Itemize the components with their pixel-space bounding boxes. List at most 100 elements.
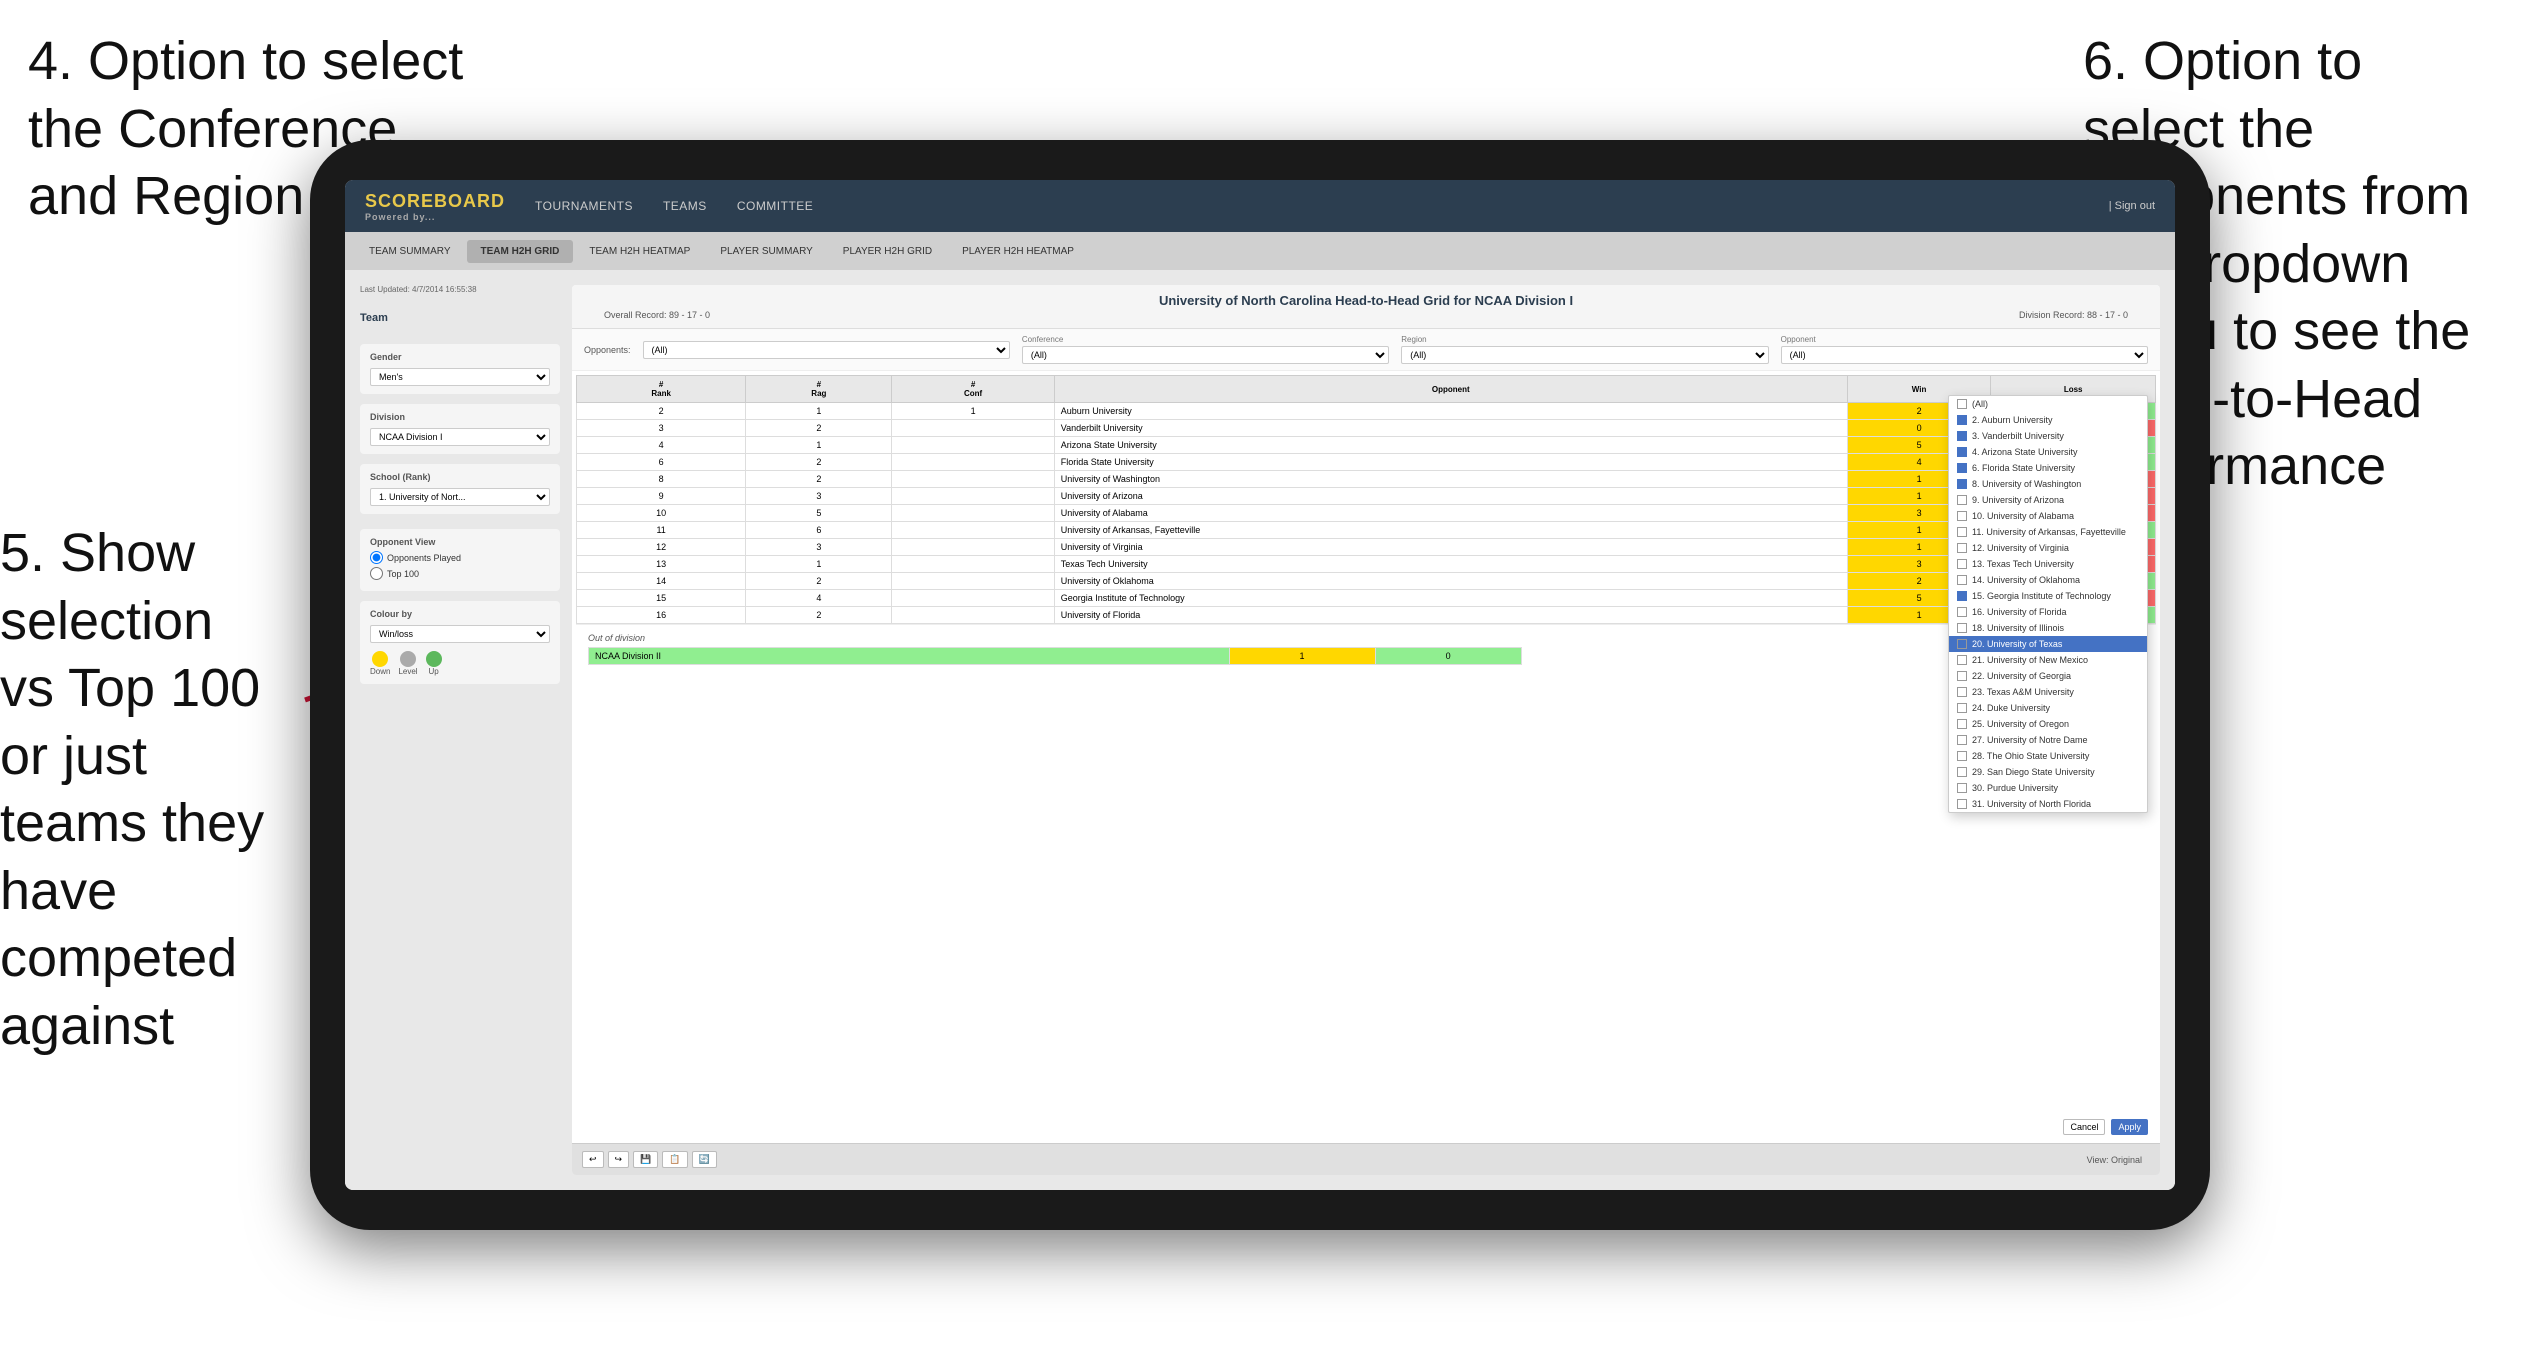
dropdown-item[interactable]: 21. University of New Mexico xyxy=(1949,652,2147,668)
legend-down xyxy=(372,651,388,667)
dropdown-item[interactable]: 23. Texas A&M University xyxy=(1949,684,2147,700)
gender-select[interactable]: Men's xyxy=(370,368,550,386)
dropdown-checkbox xyxy=(1957,767,1967,777)
out-of-division: Out of division NCAA Division II 1 0 xyxy=(576,624,2156,673)
legend-up xyxy=(426,651,442,667)
dropdown-item[interactable]: 14. University of Oklahoma xyxy=(1949,572,2147,588)
opponent-select[interactable]: (All) xyxy=(1781,346,2148,364)
dropdown-item[interactable]: 11. University of Arkansas, Fayetteville xyxy=(1949,524,2147,540)
dropdown-item[interactable]: 31. University of North Florida xyxy=(1949,796,2147,812)
tab-player-summary[interactable]: PLAYER SUMMARY xyxy=(706,240,826,263)
dropdown-item-label: 28. The Ohio State University xyxy=(1972,751,2089,761)
tablet-shell: SCOREBOARD Powered by... TOURNAMENTS TEA… xyxy=(310,140,2210,1230)
dropdown-item[interactable]: 15. Georgia Institute of Technology xyxy=(1949,588,2147,604)
dropdown-item[interactable]: 27. University of Notre Dame xyxy=(1949,732,2147,748)
nav-teams[interactable]: TEAMS xyxy=(663,199,707,213)
dropdown-item[interactable]: 22. University of Georgia xyxy=(1949,668,2147,684)
nav-signout[interactable]: | Sign out xyxy=(2109,200,2155,212)
dropdown-item[interactable]: 9. University of Arizona xyxy=(1949,492,2147,508)
dropdown-checkbox xyxy=(1957,591,1967,601)
cell-rag: 5 xyxy=(746,505,892,522)
table-row: 14 2 University of Oklahoma 2 1 xyxy=(577,573,2156,590)
dropdown-item[interactable]: 6. Florida State University xyxy=(1949,460,2147,476)
filter-row: Opponents: (All) Conference (All) Region xyxy=(572,329,2160,371)
dropdown-item[interactable]: 18. University of Illinois xyxy=(1949,620,2147,636)
region-select[interactable]: (All) xyxy=(1401,346,1768,364)
tab-team-summary[interactable]: TEAM SUMMARY xyxy=(355,240,465,263)
dropdown-item[interactable]: 28. The Ohio State University xyxy=(1949,748,2147,764)
dropdown-item[interactable]: 29. San Diego State University xyxy=(1949,764,2147,780)
dropdown-checkbox xyxy=(1957,703,1967,713)
opponent-dropdown[interactable]: (All)2. Auburn University 3. Vanderbilt U… xyxy=(1948,395,2148,813)
cell-conf xyxy=(892,539,1054,556)
dropdown-item[interactable]: 25. University of Oregon xyxy=(1949,716,2147,732)
out-of-div-table: NCAA Division II 1 0 xyxy=(588,647,1522,665)
cell-opponent: University of Arizona xyxy=(1054,488,1847,505)
cell-rag: 1 xyxy=(746,437,892,454)
dropdown-item-label: 8. University of Washington xyxy=(1972,479,2081,489)
nav-tournaments[interactable]: TOURNAMENTS xyxy=(535,199,633,213)
gender-section: Gender Men's xyxy=(360,344,560,394)
grid-area: University of North Carolina Head-to-Hea… xyxy=(572,285,2160,1175)
dropdown-checkbox xyxy=(1957,399,1967,409)
dropdown-item-label: 3. Vanderbilt University xyxy=(1972,431,2064,441)
cell-conf xyxy=(892,437,1054,454)
cell-opponent: Auburn University xyxy=(1054,403,1847,420)
tab-player-h2h-heatmap[interactable]: PLAYER H2H HEATMAP xyxy=(948,240,1088,263)
tab-team-h2h-heatmap[interactable]: TEAM H2H HEATMAP xyxy=(575,240,704,263)
cell-rag: 1 xyxy=(746,556,892,573)
save-button[interactable]: 💾 xyxy=(633,1151,658,1168)
redo-button[interactable]: ↪ xyxy=(608,1151,630,1168)
colour-by-select[interactable]: Win/loss xyxy=(370,625,550,643)
dropdown-item-label: 13. Texas Tech University xyxy=(1972,559,2074,569)
dropdown-item[interactable]: 10. University of Alabama xyxy=(1949,508,2147,524)
cell-conf xyxy=(892,556,1054,573)
dropdown-item[interactable]: 24. Duke University xyxy=(1949,700,2147,716)
nav-committee[interactable]: COMMITTEE xyxy=(737,199,814,213)
dropdown-item-label: 29. San Diego State University xyxy=(1972,767,2095,777)
dropdown-item[interactable]: 20. University of Texas xyxy=(1949,636,2147,652)
table-row: 4 1 Arizona State University 5 1 xyxy=(577,437,2156,454)
cell-conf xyxy=(892,420,1054,437)
division-select[interactable]: NCAA Division I xyxy=(370,428,550,446)
top-100-radio[interactable]: Top 100 xyxy=(370,567,550,580)
dropdown-item[interactable]: 30. Purdue University xyxy=(1949,780,2147,796)
opponents-played-radio[interactable]: Opponents Played xyxy=(370,551,550,564)
dropdown-item[interactable]: 3. Vanderbilt University xyxy=(1949,428,2147,444)
cell-opponent: University of Virginia xyxy=(1054,539,1847,556)
cancel-button[interactable]: Cancel xyxy=(2063,1119,2105,1135)
dropdown-checkbox xyxy=(1957,527,1967,537)
cell-conf xyxy=(892,607,1054,624)
cell-rank: 13 xyxy=(577,556,746,573)
dropdown-item[interactable]: 8. University of Washington xyxy=(1949,476,2147,492)
team-name: Team xyxy=(360,312,560,324)
undo-button[interactable]: ↩ xyxy=(582,1151,604,1168)
tablet-screen: SCOREBOARD Powered by... TOURNAMENTS TEA… xyxy=(345,180,2175,1190)
dropdown-item[interactable]: 16. University of Florida xyxy=(1949,604,2147,620)
tab-player-h2h-grid[interactable]: PLAYER H2H GRID xyxy=(829,240,946,263)
dropdown-item[interactable]: 12. University of Virginia xyxy=(1949,540,2147,556)
dropdown-checkbox xyxy=(1957,463,1967,473)
refresh-button[interactable]: 🔄 xyxy=(692,1151,717,1168)
apply-button[interactable]: Apply xyxy=(2111,1119,2148,1135)
school-select[interactable]: 1. University of Nort... xyxy=(370,488,550,506)
conference-select[interactable]: (All) xyxy=(1022,346,1389,364)
table-row: 15 4 Georgia Institute of Technology 5 0 xyxy=(577,590,2156,607)
last-updated: Last Updated: 4/7/2014 16:55:38 xyxy=(360,285,560,294)
dropdown-item[interactable]: 4. Arizona State University xyxy=(1949,444,2147,460)
dropdown-checkbox xyxy=(1957,799,1967,809)
col-rag: #Rag xyxy=(746,376,892,403)
cell-rank: 12 xyxy=(577,539,746,556)
dropdown-checkbox xyxy=(1957,447,1967,457)
dropdown-item-label: 22. University of Georgia xyxy=(1972,671,2071,681)
table-row: 2 1 1 Auburn University 2 1 xyxy=(577,403,2156,420)
dropdown-item[interactable]: (All) xyxy=(1949,396,2147,412)
copy-button[interactable]: 📋 xyxy=(662,1151,687,1168)
tab-team-h2h-grid[interactable]: TEAM H2H GRID xyxy=(467,240,574,263)
dropdown-item[interactable]: 13. Texas Tech University xyxy=(1949,556,2147,572)
opponents-select[interactable]: (All) xyxy=(643,341,1010,359)
cell-rag: 2 xyxy=(746,471,892,488)
dropdown-item[interactable]: 2. Auburn University xyxy=(1949,412,2147,428)
dropdown-checkbox xyxy=(1957,415,1967,425)
dropdown-item-label: 21. University of New Mexico xyxy=(1972,655,2088,665)
